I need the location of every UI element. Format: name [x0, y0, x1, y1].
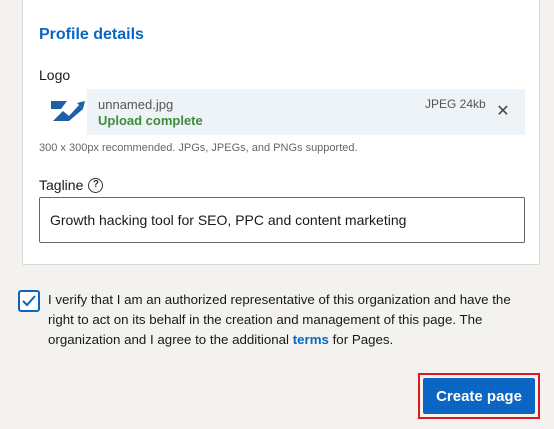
help-icon[interactable]: ?: [88, 177, 104, 193]
upload-status: Upload complete: [98, 113, 203, 128]
verify-text-after: for Pages.: [328, 332, 394, 347]
create-page-button[interactable]: Create page: [423, 378, 535, 414]
verify-text-before: I verify that I am an authorized represe…: [48, 292, 511, 347]
tagline-input[interactable]: [39, 197, 525, 243]
tagline-label: Tagline ?: [39, 177, 104, 193]
verify-checkbox[interactable]: [18, 290, 40, 312]
logo-label: Logo: [39, 67, 71, 83]
file-meta: JPEG 24kb: [425, 97, 486, 111]
close-icon[interactable]: ✕: [493, 101, 513, 121]
logo-hint: 300 x 300px recommended. JPGs, JPEGs, an…: [39, 142, 358, 154]
checkmark-icon: [22, 295, 36, 307]
uploaded-file-row: unnamed.jpg Upload complete JPEG 24kb ✕: [87, 89, 525, 135]
verify-text: I verify that I am an authorized represe…: [48, 290, 538, 350]
section-title: Profile details: [39, 26, 144, 43]
create-page-highlight: Create page: [418, 373, 540, 419]
terms-link[interactable]: terms: [293, 332, 329, 347]
profile-details-card: Profile details Logo unnamed.jpg Upload …: [22, 0, 540, 265]
file-name: unnamed.jpg: [98, 97, 174, 112]
tagline-label-text: Tagline: [39, 177, 84, 193]
